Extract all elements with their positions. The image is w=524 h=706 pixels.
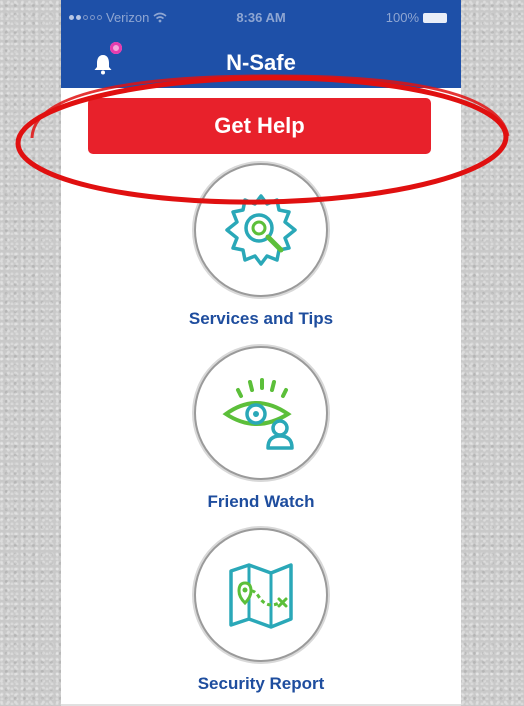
get-help-button[interactable]: Get Help <box>88 98 431 154</box>
phone-screen: Verizon 8:36 AM 100% N-Safe Get Help Ser… <box>61 0 461 706</box>
map-route-icon <box>229 563 293 629</box>
status-bar: Verizon 8:36 AM 100% <box>61 0 461 34</box>
menu-label-services[interactable]: Services and Tips <box>189 309 333 329</box>
battery-indicator: 100% <box>386 10 447 25</box>
gear-magnifier-icon <box>225 194 297 266</box>
eye-person-icon <box>222 378 294 450</box>
friend-watch-circle[interactable] <box>194 346 328 480</box>
page-title: N-Safe <box>226 50 296 75</box>
security-report-circle[interactable] <box>194 528 328 662</box>
menu-item-services-and-tips[interactable]: Services and Tips <box>161 163 361 329</box>
header-bar: N-Safe <box>61 34 461 88</box>
services-circle[interactable] <box>194 163 328 297</box>
menu-item-security-report[interactable]: Security Report <box>161 528 361 694</box>
battery-percent: 100% <box>385 10 419 25</box>
battery-icon <box>423 12 447 23</box>
menu-label-security-report[interactable]: Security Report <box>198 674 325 694</box>
menu-label-friend-watch[interactable]: Friend Watch <box>207 492 314 512</box>
menu-item-friend-watch[interactable]: Friend Watch <box>161 346 361 512</box>
